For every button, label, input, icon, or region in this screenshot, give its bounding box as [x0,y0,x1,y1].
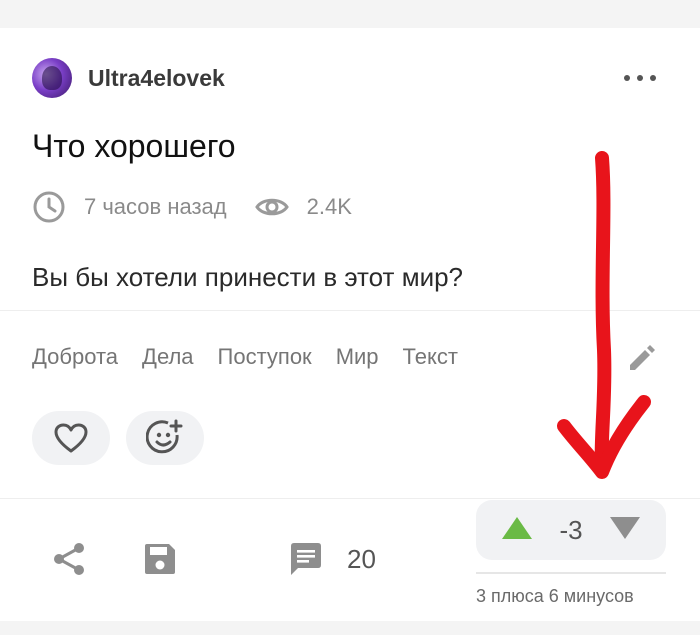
downvote-button[interactable] [608,515,642,546]
share-icon [54,543,84,575]
author-username[interactable]: Ultra4elovek [88,65,225,92]
comments-button[interactable] [287,540,325,578]
divider [0,498,700,499]
tag-item[interactable]: Доброта [32,344,118,370]
post-actions: 20 [50,540,376,578]
post-time: 7 часов назад [84,194,227,219]
triangle-down-icon [610,516,640,539]
rating-control: -3 [476,500,666,560]
reactions-bar [32,411,220,465]
save-button[interactable] [141,540,179,578]
dot-icon [637,75,643,81]
like-button[interactable] [32,411,110,465]
heart-icon [54,423,88,453]
upvote-button[interactable] [500,515,534,546]
avatar[interactable] [32,58,72,98]
post-body: Вы бы хотели принести в этот мир? [32,262,464,292]
tag-item[interactable]: Текст [403,344,458,370]
dot-icon [624,75,630,81]
floppy-disk-icon [145,544,175,574]
tag-item[interactable]: Мир [336,344,379,370]
smiley-plus-icon [146,419,183,454]
red-arrow-annotation [557,151,651,479]
tag-list: Доброта Дела Поступок Мир Текст [32,344,482,370]
add-reaction-button[interactable] [126,411,204,465]
post-title[interactable]: Что хорошего [32,128,236,165]
comments-count[interactable]: 20 [347,544,376,575]
clock-icon [32,190,66,224]
eye-icon [254,190,289,224]
rating-value: -3 [559,514,583,545]
rating-summary: 3 плюса 6 минусов [476,586,634,606]
post-author[interactable]: Ultra4elovek [32,58,225,98]
more-options-button[interactable] [624,68,656,88]
dot-icon [650,75,656,81]
post-views: 2.4K [306,194,352,219]
post-meta: 7 часов назад 2.4K [32,190,352,224]
triangle-up-icon [502,516,532,539]
comment-icon [291,543,321,575]
tag-item[interactable]: Дела [142,344,193,370]
tag-item[interactable]: Поступок [218,344,312,370]
rating-bar [476,572,666,574]
share-button[interactable] [50,540,88,578]
